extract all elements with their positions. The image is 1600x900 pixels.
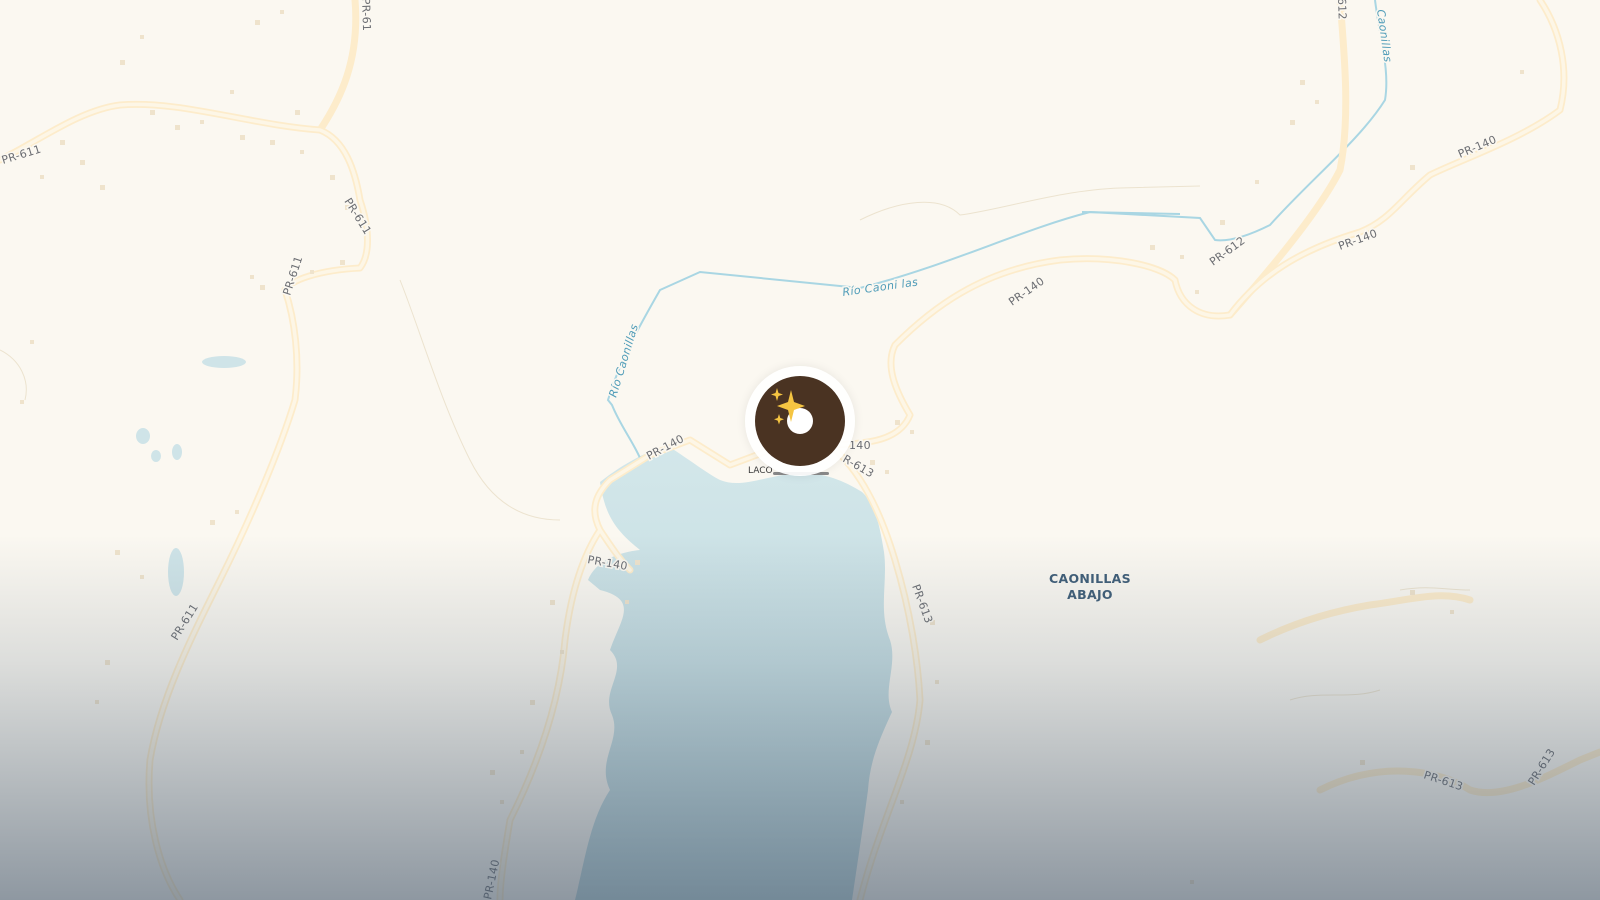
pond [151,450,161,462]
sparkle-icon [771,388,805,425]
road-label: 140 [849,439,871,452]
pond [168,548,184,596]
lake-water[interactable] [575,446,893,900]
marker-disc[interactable] [755,376,845,466]
location-marker[interactable] [745,366,855,476]
road-label: PR-61 [359,0,373,31]
poi-label: LACO [748,466,773,476]
pond [172,444,182,460]
place-label-line1: CAONILLAS [1049,571,1131,586]
road-label: 612 [1335,0,1349,20]
map-canvas[interactable]: Río Caoni las Río Caonillas Caonillas PR… [0,0,1600,900]
pond [202,356,246,368]
pond [136,428,150,444]
place-label-line2: ABAJO [1067,587,1113,602]
